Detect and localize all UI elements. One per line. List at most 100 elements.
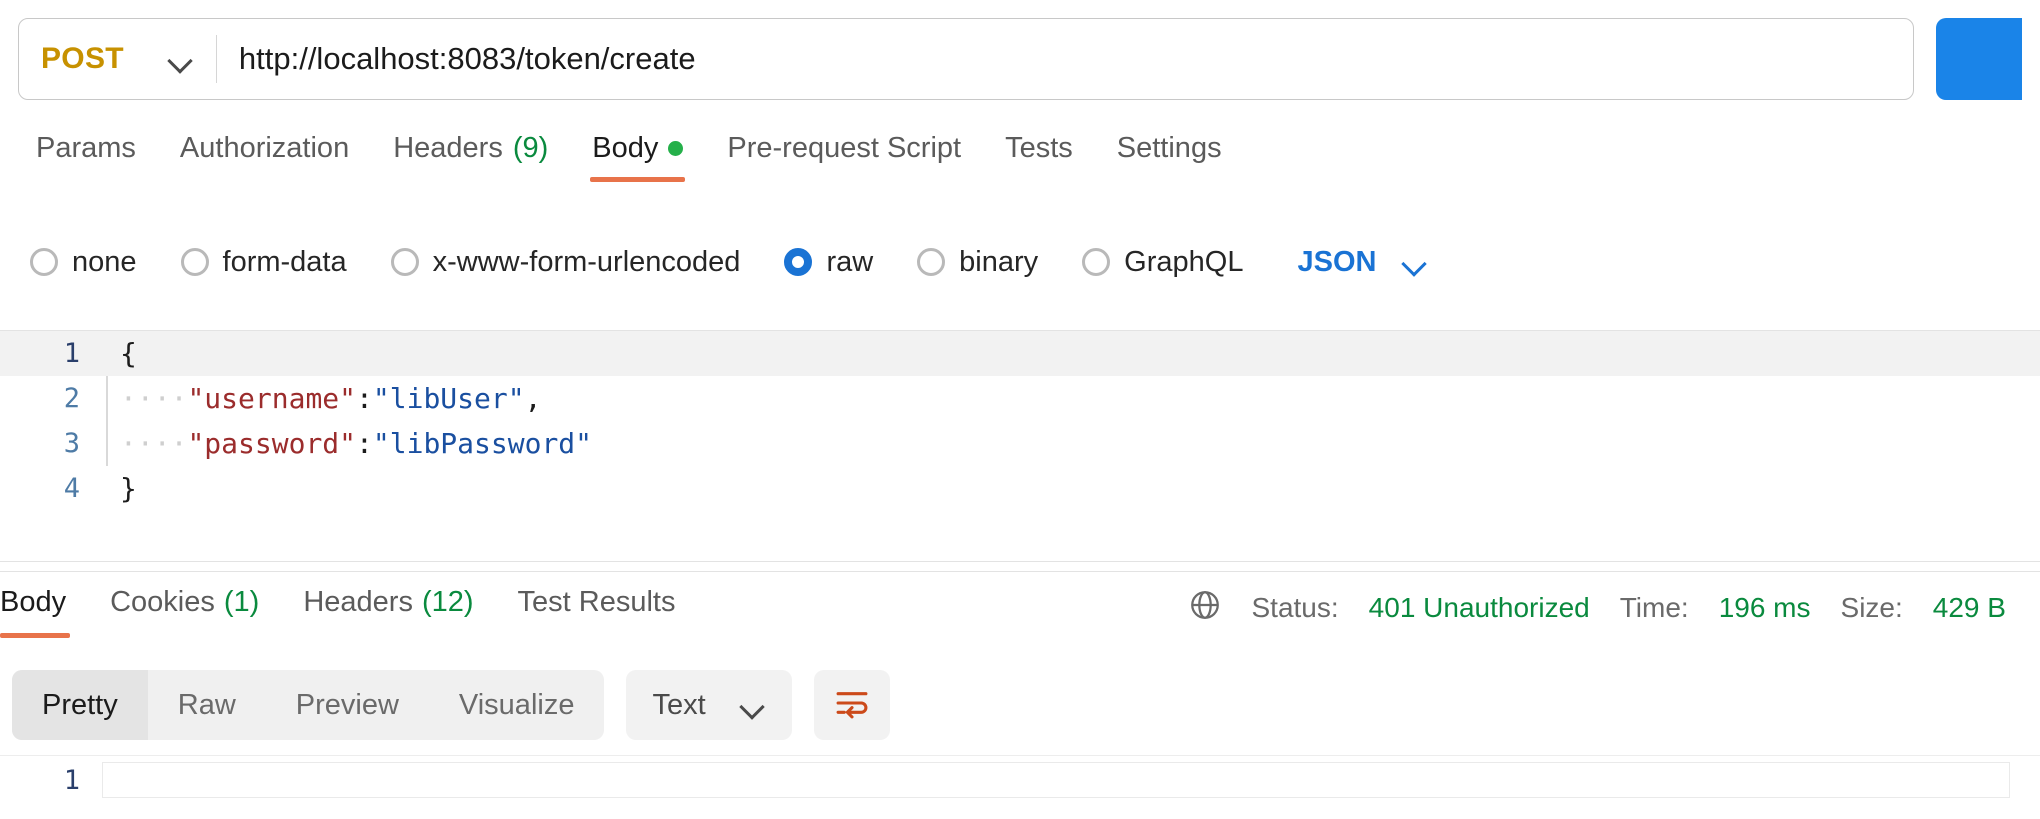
response-view-toolbar: Pretty Raw Preview Visualize Text [0, 663, 2040, 747]
response-tab-headers[interactable]: Headers (12) [281, 572, 495, 634]
response-body-viewer[interactable]: 1 [0, 755, 2040, 819]
code-content[interactable]: ····"password":"libPassword" [102, 426, 2040, 460]
tab-label: Authorization [179, 131, 350, 164]
code-punct: , [524, 381, 542, 415]
code-sep: : [356, 426, 373, 460]
tab-authorization[interactable]: Authorization [158, 120, 371, 176]
code-value: "libUser" [372, 381, 525, 415]
tab-headers[interactable]: Headers (9) [371, 120, 570, 176]
status-label: Status: [1251, 591, 1339, 623]
chevron-down-icon [1402, 249, 1428, 275]
tab-label: Cookies [110, 586, 215, 618]
segment-preview[interactable]: Preview [266, 670, 429, 740]
tab-count: (12) [421, 586, 474, 618]
tab-label: Tests [1005, 131, 1073, 164]
size-value: 429 B [1932, 591, 2006, 623]
response-tab-cookies[interactable]: Cookies (1) [88, 572, 281, 634]
code-content[interactable]: ····"username":"libUser", [102, 381, 2040, 415]
line-number: 2 [63, 383, 80, 414]
code-line[interactable]: 1 { [0, 331, 2040, 376]
radio-label: form-data [222, 245, 347, 278]
segment-label: Visualize [458, 688, 575, 721]
http-method-dropdown[interactable]: POST [19, 19, 216, 99]
url-bar-row: POST http://localhost:8083/token/create [0, 0, 2040, 118]
body-type-raw[interactable]: raw [784, 246, 873, 279]
code-line[interactable]: 4 } [0, 466, 2040, 511]
body-format-dropdown[interactable]: JSON [1297, 246, 1428, 279]
time-value: 196 ms [1718, 591, 1811, 623]
response-body-line[interactable]: 1 [0, 756, 2040, 804]
postman-request-pane: POST http://localhost:8083/token/create … [0, 0, 2040, 819]
status-value: 401 Unauthorized [1368, 591, 1590, 623]
segment-label: Pretty [42, 688, 118, 721]
tab-label: Body [0, 586, 67, 618]
response-view-segments: Pretty Raw Preview Visualize [12, 670, 605, 740]
code-indent: ···· [120, 426, 188, 460]
response-stats: Status: 401 Unauthorized Time: 196 ms Si… [1188, 588, 2006, 627]
tab-label: Headers [393, 131, 503, 164]
code-key: "password" [187, 426, 357, 460]
body-type-form-data[interactable]: form-data [180, 245, 347, 279]
line-number: 4 [63, 473, 80, 504]
url-input[interactable]: http://localhost:8083/token/create [217, 41, 1913, 77]
send-button[interactable] [1936, 18, 2022, 100]
segment-label: Preview [295, 688, 399, 721]
radio-icon[interactable] [390, 248, 419, 276]
radio-icon[interactable] [180, 248, 209, 276]
request-body-editor[interactable]: 1 { 2 ····"username":"libUser", 3 ····"p… [0, 330, 2040, 562]
response-tab-body[interactable]: Body [0, 572, 88, 638]
radio-label: none [72, 245, 137, 278]
response-tab-test-results[interactable]: Test Results [496, 572, 698, 634]
code-content[interactable]: } [102, 471, 2040, 505]
body-type-row: none form-data x-www-form-urlencoded raw… [0, 228, 2040, 296]
body-type-none[interactable]: none [30, 246, 137, 279]
url-input-container[interactable]: POST http://localhost:8083/token/create [18, 18, 1914, 100]
response-body-content[interactable] [102, 762, 2010, 798]
chevron-down-icon [740, 692, 766, 718]
tab-label: Headers [303, 586, 413, 618]
radio-label: raw [826, 245, 874, 278]
body-modified-dot-icon [668, 140, 684, 156]
segment-visualize[interactable]: Visualize [429, 670, 605, 740]
body-type-urlencoded[interactable]: x-www-form-urlencoded [390, 245, 741, 279]
radio-label: GraphQL [1124, 245, 1244, 278]
tab-params[interactable]: Params [14, 120, 158, 176]
wrap-lines-button[interactable] [813, 670, 890, 740]
tab-tests[interactable]: Tests [983, 120, 1095, 176]
tab-label: Pre-request Script [727, 131, 962, 164]
tab-body[interactable]: Body [570, 120, 705, 182]
request-tabs: Params Authorization Headers (9) Body Pr… [0, 120, 2040, 192]
code-line[interactable]: 3 ····"password":"libPassword" [0, 421, 2040, 466]
code-content[interactable]: { [102, 339, 2040, 368]
code-line[interactable]: 2 ····"username":"libUser", [0, 376, 2040, 421]
segment-pretty[interactable]: Pretty [12, 670, 148, 740]
line-number: 3 [63, 428, 80, 459]
code-punct: } [120, 471, 137, 505]
line-number: 1 [63, 338, 80, 369]
response-tabs: Body Cookies (1) Headers (12) Test Resul… [0, 572, 698, 644]
line-number: 1 [63, 764, 80, 796]
globe-icon [1188, 588, 1222, 627]
wrap-lines-icon [832, 686, 872, 725]
segment-raw[interactable]: Raw [148, 670, 266, 740]
tab-label: Body [592, 131, 659, 164]
tab-pre-request-script[interactable]: Pre-request Script [705, 120, 983, 176]
body-type-binary[interactable]: binary [917, 246, 1038, 279]
response-format-dropdown[interactable]: Text [626, 670, 792, 740]
radio-icon[interactable] [1082, 248, 1111, 276]
body-type-graphql[interactable]: GraphQL [1082, 246, 1243, 279]
radio-icon-selected[interactable] [784, 248, 813, 276]
radio-label: x-www-form-urlencoded [432, 245, 741, 278]
body-format-label: JSON [1297, 245, 1377, 278]
tab-label: Params [36, 131, 136, 164]
tab-settings[interactable]: Settings [1095, 120, 1244, 176]
code-sep: : [356, 381, 373, 415]
response-format-label: Text [652, 688, 706, 721]
code-indent: ···· [120, 381, 188, 415]
tab-label: Settings [1116, 131, 1222, 164]
radio-icon[interactable] [917, 248, 946, 276]
code-value: "libPassword" [372, 426, 593, 460]
radio-icon[interactable] [30, 248, 58, 276]
size-label: Size: [1840, 591, 1903, 623]
tab-count: (1) [223, 586, 260, 618]
